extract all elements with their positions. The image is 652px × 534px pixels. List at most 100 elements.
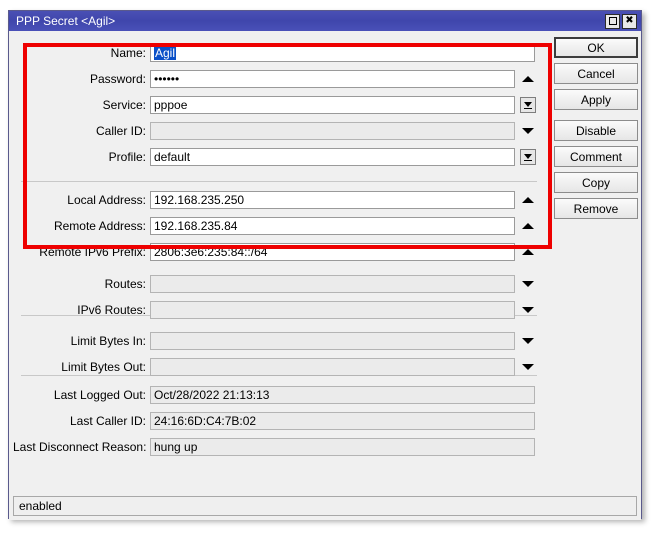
label-limit-bytes-out: Limit Bytes Out:: [61, 360, 146, 374]
cancel-button[interactable]: Cancel: [554, 63, 638, 84]
form-row-profile: Profile: default: [13, 147, 545, 167]
action-button-column: OK Cancel Apply Disable Comment Copy Remove: [554, 37, 638, 224]
form-row-password: Password: ••••••: [13, 69, 545, 89]
form-pane: Name: Agil Password: •••••• Service: pppoe Cal…: [13, 35, 545, 490]
value-service: pppoe: [154, 98, 188, 112]
label-last-caller-id: Last Caller ID:: [69, 414, 146, 428]
triangle-down-icon: [522, 364, 534, 370]
comment-button[interactable]: Comment: [554, 146, 638, 167]
expand-down-icon[interactable]: [519, 301, 537, 319]
triangle-down-icon: [522, 338, 534, 344]
dropdown-button-service[interactable]: [520, 97, 536, 113]
expand-down-icon[interactable]: [519, 358, 537, 376]
form-row-routes: Routes:: [13, 274, 545, 294]
label-service: Service:: [102, 98, 146, 112]
title-bar[interactable]: PPP Secret <Agil> ✖: [9, 11, 641, 31]
label-routes: Routes:: [104, 277, 146, 291]
window-controls: ✖: [605, 13, 641, 29]
input-limit-bytes-out[interactable]: [150, 358, 515, 376]
input-remote-address[interactable]: 192.168.235.84: [150, 217, 515, 235]
expand-up-icon[interactable]: [519, 70, 537, 88]
value-profile: default: [154, 150, 191, 164]
input-local-address[interactable]: 192.168.235.250: [150, 191, 515, 209]
input-last-logged-out: Oct/28/2022 21:13:13: [150, 386, 535, 404]
label-caller-id: Caller ID:: [95, 124, 146, 138]
comment-button-label: Comment: [569, 149, 622, 164]
value-local-address: 192.168.235.250: [154, 193, 245, 207]
input-last-disconnect-reason: hung up: [150, 438, 535, 456]
form-row-caller-id: Caller ID:: [13, 121, 545, 141]
disable-button[interactable]: Disable: [554, 120, 638, 141]
value-password: ••••••: [154, 72, 180, 86]
value-name: Agil: [154, 46, 177, 60]
ppp-secret-dialog: PPP Secret <Agil> ✖ Name: Agil Password: ••…: [8, 10, 642, 520]
status-bar: enabled: [13, 496, 637, 516]
form-row-remote-ipv6-prefix: Remote IPv6 Prefix: 2806:3e6:235:84::/64: [13, 242, 545, 262]
form-row-remote-address: Remote Address: 192.168.235.84: [13, 216, 545, 236]
label-remote-ipv6-prefix: Remote IPv6 Prefix:: [39, 245, 146, 259]
label-remote-address: Remote Address:: [53, 219, 146, 233]
value-last-caller-id: 24:16:6D:C4:7B:02: [154, 414, 257, 428]
input-password[interactable]: ••••••: [150, 70, 515, 88]
chevron-down-icon: [524, 101, 532, 109]
expand-up-icon[interactable]: [519, 191, 537, 209]
label-ipv6-routes: IPv6 Routes:: [77, 303, 146, 317]
label-profile: Profile:: [108, 150, 146, 164]
maximize-button[interactable]: [605, 13, 620, 29]
label-local-address: Local Address:: [67, 193, 146, 207]
expand-down-icon[interactable]: [519, 122, 537, 140]
form-row-local-address: Local Address: 192.168.235.250: [13, 190, 545, 210]
close-button[interactable]: ✖: [622, 13, 637, 29]
dialog-body: Name: Agil Password: •••••• Service: pppoe Cal…: [9, 31, 641, 520]
value-remote-ipv6-prefix: 2806:3e6:235:84::/64: [154, 245, 268, 259]
form-row-name: Name: Agil: [13, 43, 545, 63]
disable-button-label: Disable: [575, 123, 617, 138]
input-limit-bytes-in[interactable]: [150, 332, 515, 350]
form-row-last-logged-out: Last Logged Out: Oct/28/2022 21:13:13: [13, 385, 545, 405]
input-name[interactable]: Agil: [150, 44, 535, 62]
input-ipv6-routes[interactable]: [150, 301, 515, 319]
dropdown-button-profile[interactable]: [520, 149, 536, 165]
close-icon: ✖: [625, 15, 634, 26]
input-service[interactable]: pppoe: [150, 96, 515, 114]
input-profile[interactable]: default: [150, 148, 515, 166]
copy-button[interactable]: Copy: [554, 172, 638, 193]
label-name: Name:: [110, 46, 146, 60]
section-separator: [21, 181, 537, 182]
form-row-limit-bytes-in: Limit Bytes In:: [13, 331, 545, 351]
expand-up-icon[interactable]: [519, 243, 537, 261]
triangle-down-icon: [522, 281, 534, 287]
expand-down-icon[interactable]: [519, 332, 537, 350]
chevron-down-icon: [524, 153, 532, 161]
label-limit-bytes-in: Limit Bytes In:: [70, 334, 146, 348]
form-row-service: Service: pppoe: [13, 95, 545, 115]
input-last-caller-id: 24:16:6D:C4:7B:02: [150, 412, 535, 430]
expand-down-icon[interactable]: [519, 275, 537, 293]
apply-button[interactable]: Apply: [554, 89, 638, 110]
window-title: PPP Secret <Agil>: [16, 14, 116, 28]
form-row-ipv6-routes: IPv6 Routes:: [13, 300, 545, 320]
label-password: Password:: [89, 72, 146, 86]
triangle-down-icon: [522, 307, 534, 313]
form-row-last-disconnect-reason: Last Disconnect Reason: hung up: [13, 437, 545, 457]
triangle-up-icon: [522, 223, 534, 229]
apply-button-label: Apply: [580, 92, 612, 107]
ok-button[interactable]: OK: [554, 37, 638, 58]
input-routes[interactable]: [150, 275, 515, 293]
remove-button[interactable]: Remove: [554, 198, 638, 219]
label-last-logged-out: Last Logged Out:: [53, 388, 146, 402]
triangle-up-icon: [522, 249, 534, 255]
input-caller-id[interactable]: [150, 122, 515, 140]
status-text: enabled: [19, 499, 62, 513]
input-remote-ipv6-prefix[interactable]: 2806:3e6:235:84::/64: [150, 243, 515, 261]
expand-up-icon[interactable]: [519, 217, 537, 235]
form-row-limit-bytes-out: Limit Bytes Out:: [13, 357, 545, 377]
triangle-down-icon: [522, 128, 534, 134]
value-remote-address: 192.168.235.84: [154, 219, 238, 233]
ok-button-label: OK: [587, 40, 605, 55]
label-last-disconnect-reason: Last Disconnect Reason:: [13, 440, 147, 454]
cancel-button-label: Cancel: [577, 66, 615, 81]
triangle-up-icon: [522, 197, 534, 203]
form-row-last-caller-id: Last Caller ID: 24:16:6D:C4:7B:02: [13, 411, 545, 431]
screenshot-root: PPP Secret <Agil> ✖ Name: Agil Password: ••…: [0, 0, 652, 534]
